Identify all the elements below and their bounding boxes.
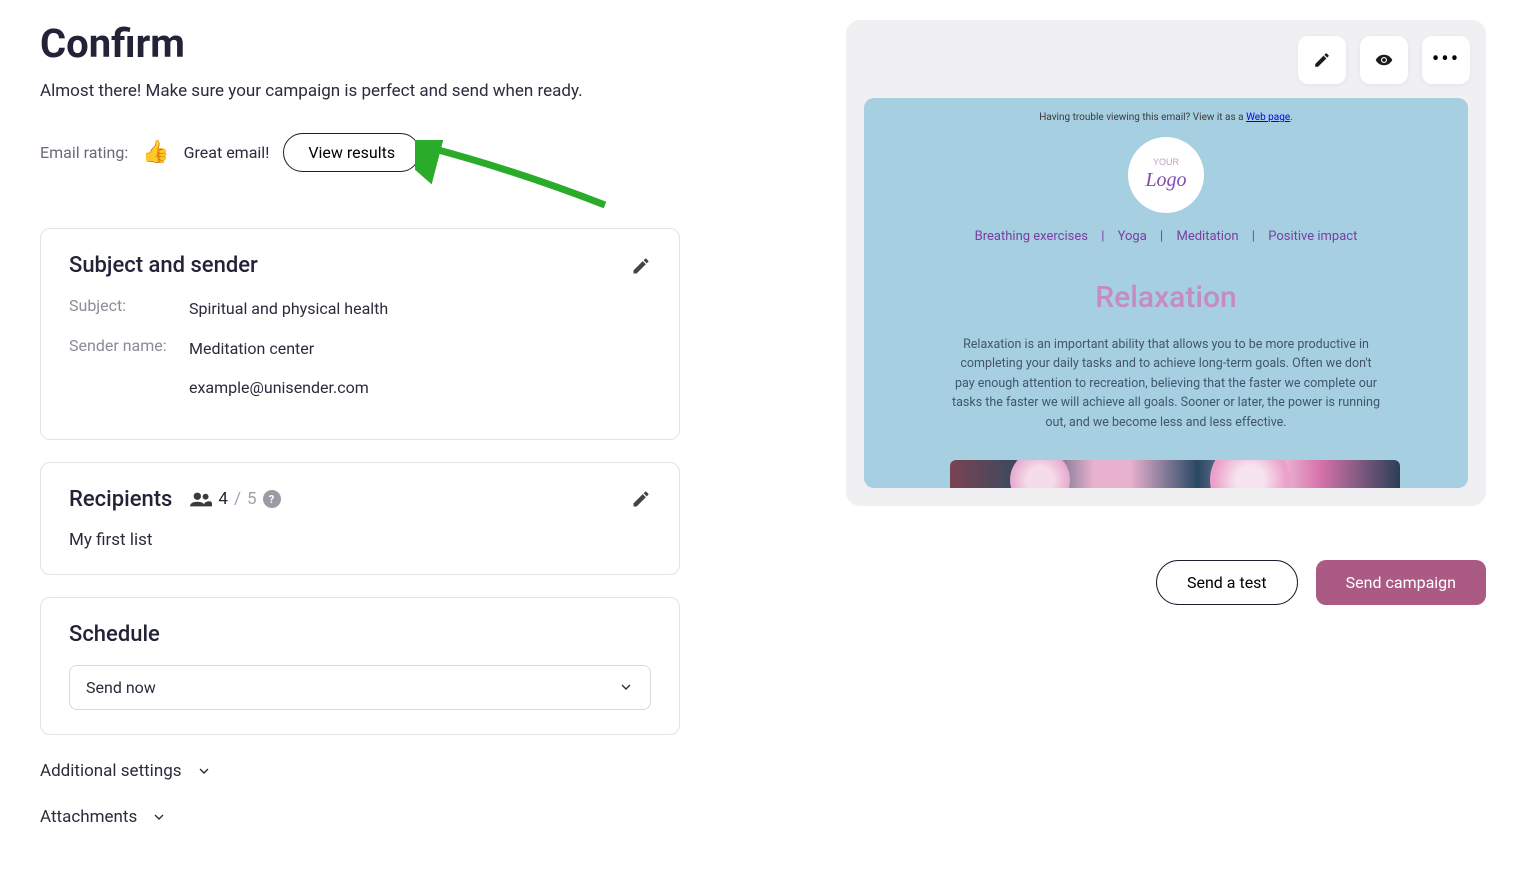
pencil-icon [631, 489, 651, 509]
subject-value: Spiritual and physical health [189, 296, 388, 322]
email-canvas: Having trouble viewing this email? View … [864, 98, 1468, 488]
more-preview-button[interactable]: ••• [1422, 36, 1470, 84]
view-preview-button[interactable] [1360, 36, 1408, 84]
recipients-card: Recipients 4 / 5 ? My first list [40, 462, 680, 575]
email-nav: Breathing exercises | Yoga | Meditation … [950, 229, 1382, 244]
logo-main-text: Logo [1145, 169, 1186, 192]
email-logo: YOUR Logo [1128, 137, 1204, 213]
eye-icon [1375, 51, 1393, 69]
pencil-icon [1313, 51, 1331, 69]
email-nav-item[interactable]: Meditation [1176, 229, 1238, 244]
email-rating-text: Great email! [184, 143, 270, 162]
edit-subject-button[interactable] [631, 256, 651, 276]
recipients-title: Recipients [69, 487, 172, 512]
email-paragraph: Relaxation is an important ability that … [950, 335, 1382, 432]
recipients-sep: / [234, 489, 241, 509]
email-preview-panel: ••• Having trouble viewing this email? V… [846, 20, 1486, 506]
subject-sender-title: Subject and sender [69, 253, 258, 278]
help-icon[interactable]: ? [263, 490, 281, 508]
thumbs-up-icon: 👍 [142, 140, 169, 165]
view-as-webpage-link[interactable]: Web page [1246, 112, 1290, 123]
email-nav-item[interactable]: Yoga [1118, 229, 1147, 244]
pencil-icon [631, 256, 651, 276]
edit-preview-button[interactable] [1298, 36, 1346, 84]
more-icon: ••• [1432, 49, 1460, 71]
additional-settings-label: Additional settings [40, 761, 182, 781]
attachments-label: Attachments [40, 807, 137, 827]
email-rating-label: Email rating: [40, 143, 128, 162]
schedule-title: Schedule [69, 622, 651, 647]
chevron-down-icon [151, 809, 167, 825]
schedule-select[interactable]: Send now [69, 665, 651, 710]
recipients-count: 4 [218, 489, 228, 509]
sender-name-value: Meditation center [189, 336, 369, 362]
logo-your-text: YOUR [1153, 158, 1179, 167]
people-icon [190, 491, 212, 507]
chevron-down-icon [618, 679, 634, 695]
email-image [950, 460, 1400, 488]
email-nav-item[interactable]: Breathing exercises [975, 229, 1088, 244]
page-title: Confirm [40, 20, 680, 67]
subject-sender-card: Subject and sender Subject: Spiritual an… [40, 228, 680, 440]
view-as-webpage-text: Having trouble viewing this email? View … [950, 108, 1382, 131]
view-results-button[interactable]: View results [283, 133, 420, 172]
page-subtitle: Almost there! Make sure your campaign is… [40, 81, 680, 101]
additional-settings-toggle[interactable]: Additional settings [40, 757, 680, 785]
schedule-card: Schedule Send now [40, 597, 680, 735]
email-nav-item[interactable]: Positive impact [1268, 229, 1357, 244]
recipients-total: 5 [247, 489, 257, 509]
subject-label: Subject: [69, 296, 169, 322]
sender-email-value: example@unisender.com [189, 375, 369, 401]
chevron-down-icon [196, 763, 212, 779]
attachments-toggle[interactable]: Attachments [40, 803, 680, 831]
recipients-list-name: My first list [69, 530, 651, 550]
schedule-selected-value: Send now [86, 678, 156, 697]
send-test-button[interactable]: Send a test [1156, 560, 1298, 605]
send-campaign-button[interactable]: Send campaign [1316, 560, 1486, 605]
email-heading: Relaxation [950, 280, 1382, 315]
edit-recipients-button[interactable] [631, 489, 651, 509]
sender-name-label: Sender name: [69, 336, 169, 401]
